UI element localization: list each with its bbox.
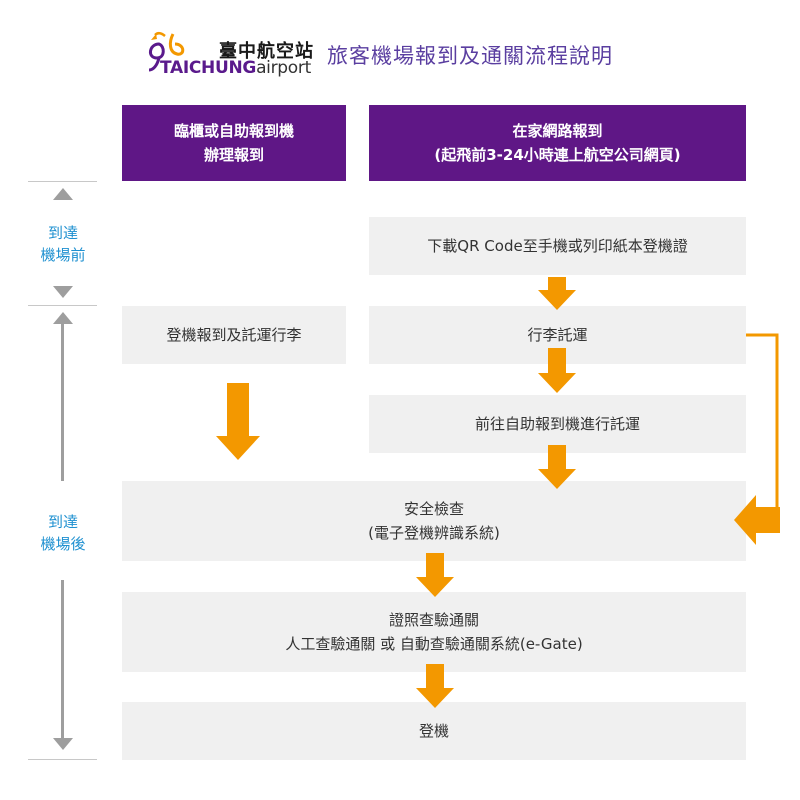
arrow-down-icon (416, 664, 454, 708)
side-route-line (746, 333, 779, 508)
arrow-down-icon (216, 383, 260, 460)
arrow-down-icon (538, 445, 576, 489)
arrow-down-icon (538, 277, 576, 310)
arrow-down-icon (538, 348, 576, 393)
flow-arrows (216, 277, 780, 708)
arrow-left-icon (734, 495, 780, 545)
arrow-down-icon (416, 553, 454, 597)
